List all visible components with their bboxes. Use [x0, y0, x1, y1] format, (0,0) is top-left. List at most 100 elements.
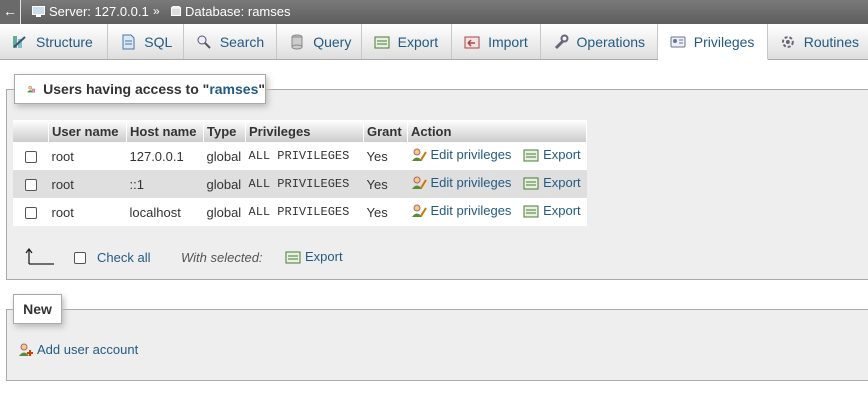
edit-privileges-link[interactable]: Edit privileges	[411, 175, 512, 190]
bulk-export-button[interactable]: Export	[285, 249, 343, 264]
header-host-name[interactable]: Host name	[126, 120, 204, 142]
cell-grant: Yes	[363, 170, 408, 198]
tab-privileges-label: Privileges	[693, 33, 755, 50]
export-label[interactable]: Export	[543, 203, 581, 218]
table-header-row: User name Host name Type Privileges Gran…	[13, 120, 587, 142]
import-icon	[464, 36, 480, 48]
export-link[interactable]: Export	[523, 147, 581, 162]
table-row: root ::1 global ALL PRIVILEGES Yes Edit …	[13, 170, 587, 198]
sql-icon	[122, 34, 135, 49]
cell-host: localhost	[126, 198, 204, 226]
tab-import-label: Import	[488, 33, 528, 50]
tab-import[interactable]: Import	[452, 24, 541, 59]
add-user-account-label[interactable]: Add user account	[37, 342, 138, 357]
check-all-label[interactable]: Check all	[97, 250, 150, 265]
export-link[interactable]: Export	[523, 203, 581, 218]
export-link[interactable]: Export	[523, 175, 581, 190]
routines-icon	[781, 35, 794, 48]
export-icon	[523, 149, 539, 162]
breadcrumb-separator: »	[153, 4, 160, 18]
cell-type: global	[203, 170, 246, 198]
breadcrumb-database-label[interactable]: Database: ramses	[185, 4, 291, 19]
header-grant[interactable]: Grant	[363, 120, 408, 142]
tab-query[interactable]: Query	[277, 24, 362, 59]
breadcrumb-database[interactable]: Database: ramses	[171, 4, 291, 19]
back-arrow-icon[interactable]: ←	[0, 0, 21, 24]
header-type[interactable]: Type	[203, 120, 246, 142]
users-panel-legend: Users having access to "ramses"	[14, 74, 266, 104]
tab-export-label: Export	[397, 33, 439, 50]
add-user-account-link[interactable]: Add user account	[18, 342, 138, 357]
edit-privileges-label[interactable]: Edit privileges	[431, 175, 512, 190]
cell-privileges: ALL PRIVILEGES	[245, 142, 364, 170]
new-panel-legend: New	[13, 294, 62, 324]
query-icon	[291, 34, 303, 49]
edit-privileges-link[interactable]: Edit privileges	[411, 147, 512, 162]
row-checkbox[interactable]	[24, 151, 37, 164]
row-checkbox[interactable]	[24, 207, 37, 220]
tab-routines-label: Routines	[803, 33, 859, 50]
bulk-export-label[interactable]: Export	[305, 249, 343, 264]
legend-prefix: Users having access to "	[43, 81, 210, 97]
with-selected-label: With selected:	[181, 250, 263, 265]
table-row: root 127.0.0.1 global ALL PRIVILEGES Yes…	[13, 142, 587, 170]
edit-privileges-icon	[411, 204, 427, 217]
legend-suffix: "	[258, 81, 265, 97]
cell-privileges: ALL PRIVILEGES	[245, 170, 364, 198]
row-checkbox[interactable]	[24, 179, 37, 192]
export-icon	[523, 205, 539, 218]
tab-privileges[interactable]: Privileges	[657, 24, 768, 60]
tab-operations[interactable]: Operations	[541, 24, 658, 59]
breadcrumb-server[interactable]: Server: 127.0.0.1	[32, 4, 149, 19]
cell-host: ::1	[126, 170, 204, 198]
export-icon	[374, 36, 390, 48]
edit-privileges-label[interactable]: Edit privileges	[431, 203, 512, 218]
cell-user: root	[48, 142, 127, 170]
cell-user: root	[48, 170, 127, 198]
wrench-icon	[554, 34, 569, 49]
cell-grant: Yes	[363, 198, 408, 226]
edit-privileges-icon	[411, 176, 427, 189]
cell-host: 127.0.0.1	[126, 142, 204, 170]
edit-privileges-icon	[411, 148, 427, 161]
tab-bar: Structure SQL Search Query Export Import	[0, 24, 868, 60]
tab-sql-label: SQL	[144, 33, 173, 50]
cell-grant: Yes	[363, 142, 408, 170]
table-row: root localhost global ALL PRIVILEGES Yes…	[13, 198, 587, 226]
tab-routines[interactable]: Routines	[768, 24, 868, 59]
tab-export[interactable]: Export	[362, 24, 453, 59]
tab-search[interactable]: Search	[184, 24, 278, 59]
tab-structure[interactable]: Structure	[0, 24, 109, 59]
header-action: Action	[407, 120, 587, 142]
cell-privileges: ALL PRIVILEGES	[245, 198, 364, 226]
tab-structure-label: Structure	[36, 33, 93, 50]
check-all-checkbox[interactable]	[74, 252, 86, 264]
edit-privileges-label[interactable]: Edit privileges	[431, 147, 512, 162]
users-table: User name Host name Type Privileges Gran…	[13, 120, 587, 226]
server-icon	[32, 6, 45, 17]
edit-privileges-link[interactable]: Edit privileges	[411, 203, 512, 218]
add-user-icon	[19, 343, 33, 356]
export-label[interactable]: Export	[543, 175, 581, 190]
breadcrumb-bar: ← Server: 127.0.0.1 » Database: ramses	[0, 0, 868, 24]
tab-query-label: Query	[313, 33, 352, 50]
header-user-name[interactable]: User name	[48, 120, 127, 142]
cell-type: global	[203, 198, 246, 226]
user-group-icon	[27, 85, 35, 93]
select-arrow-icon	[25, 248, 54, 265]
cell-user: root	[48, 198, 127, 226]
database-icon	[171, 6, 181, 16]
header-select	[13, 120, 49, 142]
header-privileges[interactable]: Privileges	[245, 120, 364, 142]
privileges-icon	[670, 36, 686, 47]
search-icon	[197, 35, 211, 49]
structure-icon	[13, 35, 26, 48]
breadcrumb-server-label[interactable]: Server: 127.0.0.1	[49, 4, 149, 19]
export-label[interactable]: Export	[543, 147, 581, 162]
export-icon	[523, 177, 539, 190]
tab-sql[interactable]: SQL	[108, 24, 184, 59]
legend-db-link[interactable]: ramses	[209, 81, 258, 97]
export-icon	[285, 251, 301, 263]
tab-operations-label: Operations	[576, 33, 646, 50]
tab-search-label: Search	[219, 33, 265, 50]
